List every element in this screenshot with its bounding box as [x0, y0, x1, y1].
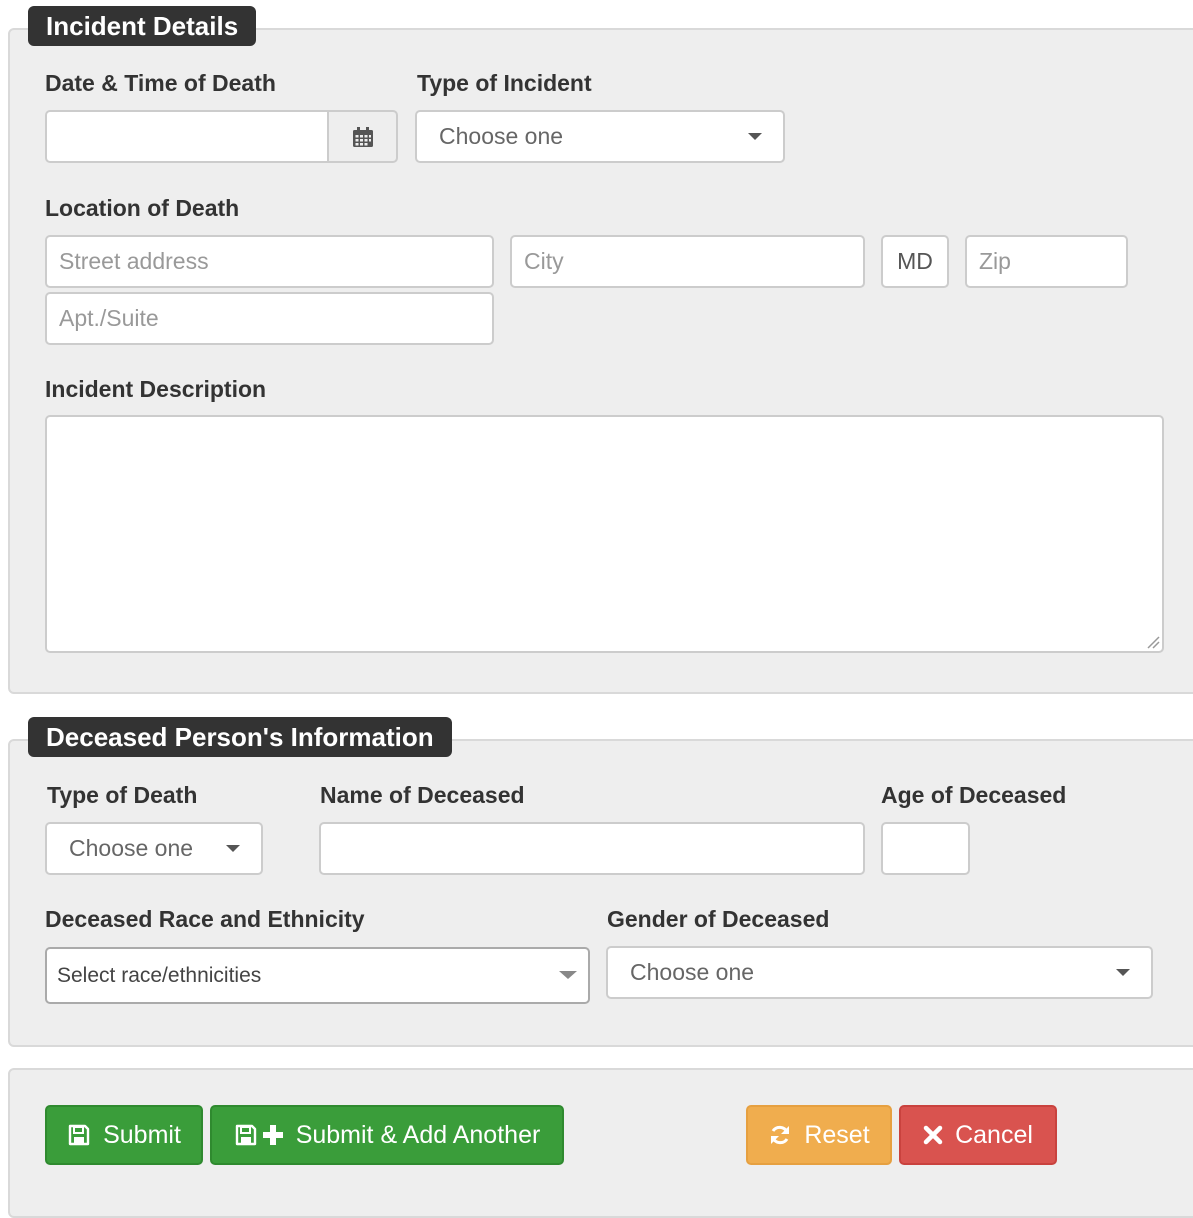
incident-description-label: Incident Description: [45, 376, 267, 402]
type-of-incident-select[interactable]: Choose one: [415, 110, 785, 163]
gender-of-deceased-label: Gender of Deceased: [607, 906, 830, 932]
street-address-input[interactable]: Street address: [45, 235, 494, 288]
location-of-death-label: Location of Death: [45, 195, 240, 221]
calendar-button[interactable]: [327, 110, 398, 163]
name-of-deceased-input[interactable]: [319, 822, 865, 875]
age-of-deceased-label: Age of Deceased: [881, 782, 1067, 808]
street-address-placeholder: Street address: [59, 248, 209, 274]
chevron-down-icon: [226, 845, 240, 852]
city-input[interactable]: City: [510, 235, 865, 288]
type-of-death-label: Type of Death: [47, 782, 198, 808]
age-of-deceased-input[interactable]: [881, 822, 970, 875]
deceased-info-legend: Deceased Person's Information: [28, 717, 452, 757]
refresh-icon: [768, 1123, 792, 1147]
plus-icon: [262, 1124, 284, 1146]
cancel-button[interactable]: Cancel: [899, 1105, 1057, 1165]
zip-placeholder: Zip: [979, 248, 1011, 274]
incident-details-legend: Incident Details: [28, 6, 257, 46]
chevron-down-icon: [748, 133, 762, 140]
date-time-label: Date & Time of Death: [45, 70, 276, 96]
type-of-death-value: Choose one: [69, 835, 194, 861]
submit-button[interactable]: Submit: [45, 1105, 203, 1165]
city-placeholder: City: [524, 248, 564, 274]
submit-add-another-label: Submit & Add Another: [295, 1120, 541, 1149]
chevron-down-icon: [559, 971, 577, 979]
race-ethnicity-select[interactable]: Select race/ethnicities: [45, 947, 590, 1004]
gender-of-deceased-select[interactable]: Choose one: [606, 946, 1153, 999]
race-ethnicity-label: Deceased Race and Ethnicity: [45, 906, 365, 932]
calendar-icon: [352, 126, 373, 147]
race-ethnicity-placeholder: Select race/ethnicities: [57, 963, 262, 987]
cancel-label: Cancel: [955, 1120, 1033, 1149]
reset-label: Reset: [804, 1120, 870, 1149]
submit-label: Submit: [103, 1120, 181, 1149]
name-of-deceased-label: Name of Deceased: [320, 782, 525, 808]
apt-suite-input[interactable]: Apt./Suite: [45, 292, 494, 345]
state-input[interactable]: MD: [881, 235, 949, 288]
resize-handle-icon[interactable]: [1144, 633, 1160, 649]
incident-description-textarea[interactable]: [45, 415, 1164, 653]
type-of-incident-value: Choose one: [439, 123, 564, 149]
close-icon: [923, 1125, 943, 1145]
state-value: MD: [897, 248, 933, 274]
gender-of-deceased-value: Choose one: [630, 959, 755, 985]
apt-suite-placeholder: Apt./Suite: [59, 305, 159, 331]
date-time-input[interactable]: [45, 110, 330, 163]
floppy-disk-icon: [67, 1123, 91, 1147]
chevron-down-icon: [1116, 969, 1130, 976]
floppy-disk-icon: [234, 1123, 258, 1147]
submit-add-another-button[interactable]: Submit & Add Another: [210, 1105, 564, 1165]
type-of-incident-label: Type of Incident: [417, 70, 592, 96]
reset-button[interactable]: Reset: [746, 1105, 892, 1165]
zip-input[interactable]: Zip: [965, 235, 1128, 288]
